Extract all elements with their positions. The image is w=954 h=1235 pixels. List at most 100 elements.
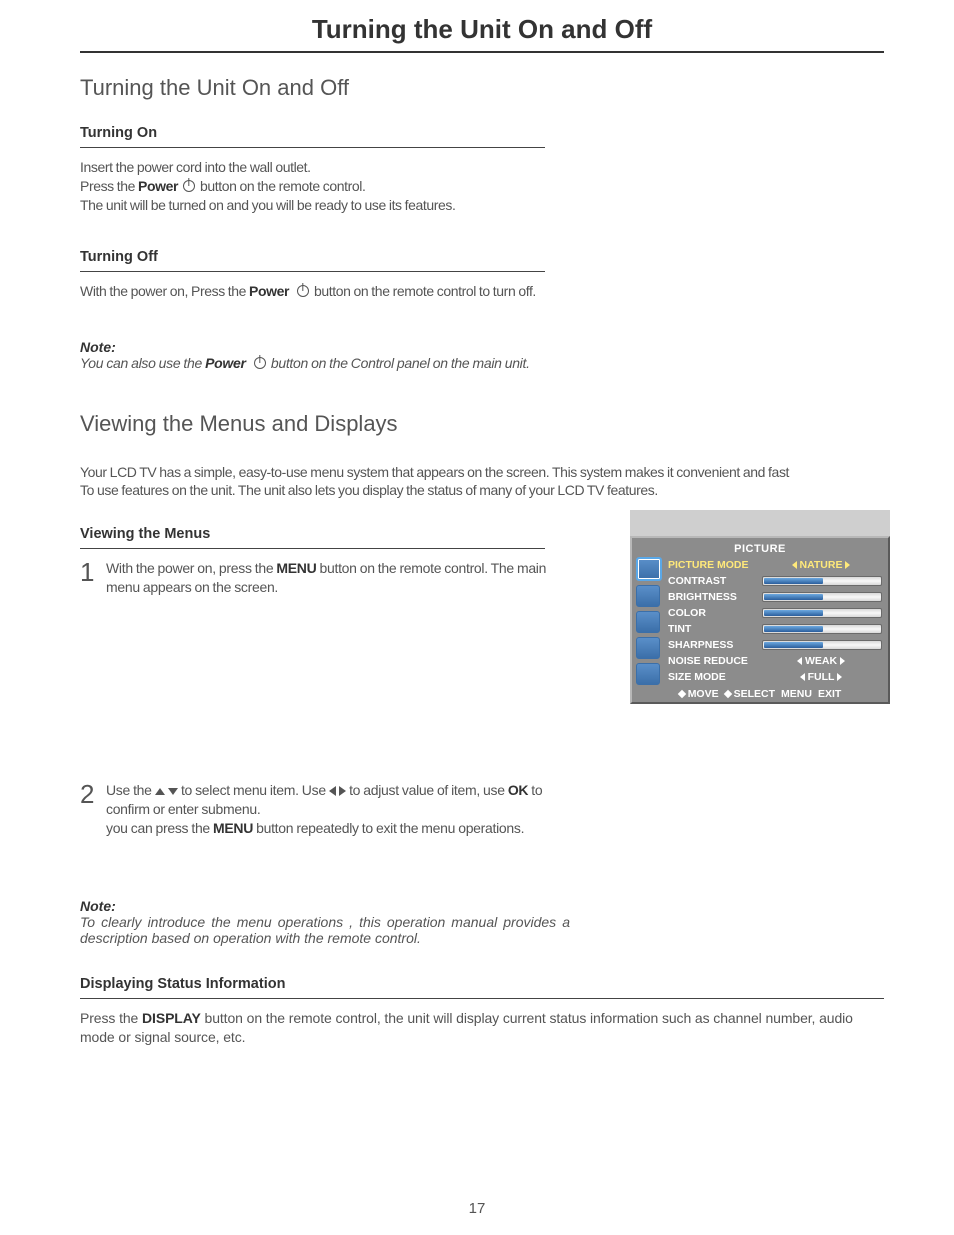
divider [80, 998, 884, 999]
osd-value: NATURE [800, 559, 843, 571]
text: EXIT [818, 688, 841, 700]
step-text: With the power on, press the MENU button… [106, 559, 581, 597]
step-text: Use the to select menu item. Use to adju… [106, 781, 581, 838]
text: button on the remote control. [197, 178, 365, 194]
right-arrow-icon [840, 657, 845, 665]
osd-slider-fill [764, 626, 823, 632]
osd-select-value: WEAK [760, 655, 882, 667]
osd-value: WEAK [805, 655, 837, 667]
text: Your LCD TV has a simple, easy-to-use me… [80, 464, 789, 480]
down-arrow-icon [168, 788, 178, 795]
osd-rows: PICTURE MODENATURE CONTRAST BRIGHTNESS COLO… [666, 557, 886, 685]
section-viewing-heading: Viewing the Menus and Displays [80, 411, 884, 437]
power-word: Power [138, 178, 178, 194]
osd-row: PICTURE MODENATURE [666, 557, 886, 573]
text: To use features on the unit. The unit al… [80, 482, 658, 498]
text: Use the [106, 782, 155, 798]
note-body: To clearly introduce the menu operations… [80, 914, 570, 946]
diamond-icon [723, 690, 731, 698]
osd-topbar [630, 510, 890, 536]
menu-word: MENU [213, 820, 253, 836]
osd-row: SHARPNESS [666, 637, 886, 653]
divider [80, 548, 545, 549]
display-status-body: Press the DISPLAY button on the remote c… [80, 1009, 884, 1047]
step-2: 2 Use the to select menu item. Use to ad… [80, 781, 884, 838]
osd-row: COLOR [666, 605, 886, 621]
osd-slider [762, 640, 882, 650]
osd-slider-fill [764, 610, 823, 616]
step-number: 1 [80, 559, 106, 585]
osd-category-icons [634, 557, 666, 685]
osd-slider [762, 608, 882, 618]
display-word: DISPLAY [142, 1010, 201, 1026]
text: SELECT [734, 688, 775, 700]
page-title: Turning the Unit On and Off [80, 14, 884, 53]
osd-row-label: COLOR [668, 607, 760, 619]
note-body: You can also use the Power button on the… [80, 355, 884, 371]
osd-slider [762, 576, 882, 586]
display-status-heading: Displaying Status Information [80, 976, 884, 992]
divider [80, 147, 545, 148]
power-word: Power [249, 283, 289, 299]
osd-row: NOISE REDUCE WEAK [666, 653, 886, 669]
text: Press the [80, 178, 138, 194]
osd-select-value: NATURE [760, 559, 882, 571]
osd-time-icon [636, 663, 660, 685]
osd-row: CONTRAST [666, 573, 886, 589]
osd-picture-icon [636, 557, 662, 581]
osd-footer-move: MOVE [679, 688, 719, 700]
text: button on the Control panel on the main … [268, 355, 530, 371]
osd-main: PICTURE PICTURE MODENATURECONTRASTBRIGHT… [630, 536, 890, 704]
osd-setup-icon [636, 637, 660, 659]
osd-slider-fill [764, 594, 823, 600]
osd-row-label: BRIGHTNESS [668, 591, 760, 603]
osd-row-label: SHARPNESS [668, 639, 760, 651]
text: button on the remote control to turn off… [311, 283, 536, 299]
right-arrow-icon [339, 786, 346, 796]
menu-word: MENU [276, 560, 316, 576]
osd-row-label: CONTRAST [668, 575, 760, 587]
osd-row: TINT [666, 621, 886, 637]
left-arrow-icon [329, 786, 336, 796]
text: MOVE [688, 688, 719, 700]
page-number: 17 [0, 1200, 954, 1217]
text: to adjust value of item, use [349, 782, 508, 798]
power-icon [297, 285, 309, 297]
power-icon [254, 357, 266, 369]
turning-on-body: Insert the power cord into the wall outl… [80, 158, 884, 215]
turning-off-body: With the power on, Press the Power butto… [80, 282, 884, 301]
left-arrow-icon [792, 561, 797, 569]
text: With the power on, press the [106, 560, 276, 576]
osd-row-label: SIZE MODE [668, 671, 760, 683]
power-word: Power [205, 355, 246, 371]
osd-row-label: NOISE REDUCE [668, 655, 760, 667]
osd-footer-select: SELECT [725, 688, 775, 700]
osd-row: SIZE MODE FULL [666, 669, 886, 685]
power-icon [183, 180, 195, 192]
ok-word: OK [508, 782, 528, 798]
left-arrow-icon [800, 673, 805, 681]
osd-channel-icon [636, 611, 660, 633]
osd-sound-icon [636, 585, 660, 607]
right-arrow-icon [845, 561, 850, 569]
left-arrow-icon [797, 657, 802, 665]
up-arrow-icon [155, 788, 165, 795]
note-label: Note: [80, 339, 884, 355]
osd-slider-fill [764, 642, 823, 648]
note-label: Note: [80, 898, 884, 914]
text: Press the [80, 1010, 142, 1026]
right-arrow-icon [837, 673, 842, 681]
diamond-icon [677, 690, 685, 698]
turning-on-heading: Turning On [80, 125, 884, 141]
osd-select-value: FULL [760, 671, 882, 683]
turning-off-heading: Turning Off [80, 249, 884, 265]
osd-footer-exit: EXIT [818, 688, 841, 700]
text: button repeatedly to exit the menu opera… [253, 820, 524, 836]
osd-value: FULL [808, 671, 835, 683]
osd-footer-menu: MENU [781, 688, 812, 700]
text: Insert the power cord into the wall outl… [80, 159, 311, 175]
osd-footer: MOVE SELECT MENU EXIT [634, 685, 886, 700]
text: you can press the [106, 820, 213, 836]
osd-slider-fill [764, 578, 823, 584]
text: You can also use the [80, 355, 205, 371]
